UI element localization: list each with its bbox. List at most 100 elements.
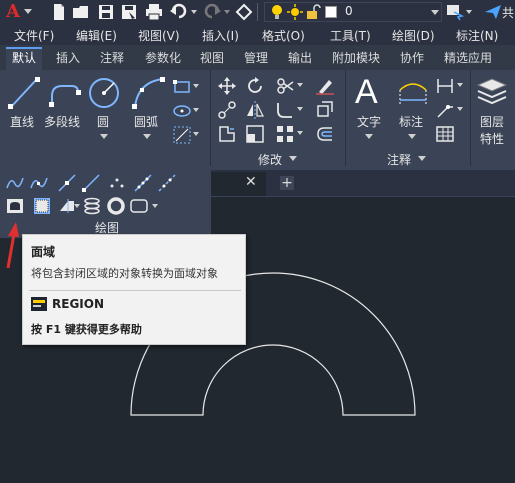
polyline-button-label[interactable]: 多段线 xyxy=(44,113,80,130)
rectangle-icon[interactable] xyxy=(173,78,191,96)
mirror-icon[interactable] xyxy=(246,101,264,119)
circle-icon[interactable] xyxy=(87,76,121,110)
redo-icon[interactable] xyxy=(203,3,221,21)
stretch-icon[interactable] xyxy=(218,125,236,143)
application-menu-button[interactable]: A xyxy=(2,1,24,23)
new-tab-icon[interactable]: + xyxy=(280,176,294,190)
offset-icon[interactable] xyxy=(316,125,334,143)
linear-dimension-dropdown-icon[interactable] xyxy=(457,83,463,87)
array-dropdown-icon[interactable] xyxy=(297,131,303,135)
tab-insert[interactable]: 插入 xyxy=(50,47,86,70)
trim-dropdown-icon[interactable] xyxy=(297,83,303,87)
copy-icon[interactable] xyxy=(218,101,236,119)
leader-dropdown-icon[interactable] xyxy=(457,107,463,111)
boundary-dropdown-icon[interactable] xyxy=(152,204,158,208)
measure-icon[interactable] xyxy=(158,174,176,192)
tab-output[interactable]: 输出 xyxy=(282,47,318,70)
tab-manage[interactable]: 管理 xyxy=(238,47,274,70)
undo-dropdown-icon[interactable] xyxy=(191,10,197,14)
wipeout-icon[interactable] xyxy=(33,197,51,215)
tab-addins[interactable]: 附加模块 xyxy=(326,47,386,70)
text-dropdown-icon[interactable] xyxy=(365,134,373,139)
arc-icon[interactable] xyxy=(132,76,166,110)
fillet-icon[interactable] xyxy=(276,101,294,119)
print-icon[interactable] xyxy=(145,3,163,21)
erase-icon[interactable] xyxy=(316,77,334,95)
tab-featured-apps[interactable]: 精选应用 xyxy=(438,47,498,70)
layer-dropdown[interactable]: 0 xyxy=(264,2,442,22)
ellipse-icon[interactable] xyxy=(173,102,191,120)
leader-icon[interactable] xyxy=(436,101,454,119)
arc-dropdown-icon[interactable] xyxy=(143,134,151,139)
donut-icon[interactable] xyxy=(107,197,125,215)
circle-button-label[interactable]: 圆 xyxy=(97,113,109,130)
circle-dropdown-icon[interactable] xyxy=(100,134,108,139)
ellipse-dropdown-icon[interactable] xyxy=(193,108,199,112)
line-button-label[interactable]: 直线 xyxy=(10,113,34,130)
layer-properties-label-1[interactable]: 图层 xyxy=(480,113,504,130)
rectangle-dropdown-icon[interactable] xyxy=(193,84,199,88)
text-a-icon[interactable]: A xyxy=(355,72,378,112)
share-icon[interactable] xyxy=(484,3,502,21)
boundary-icon[interactable] xyxy=(130,197,148,215)
tab-collaborate[interactable]: 协作 xyxy=(394,47,430,70)
fillet-dropdown-icon[interactable] xyxy=(297,107,303,111)
new-file-icon[interactable] xyxy=(50,3,68,21)
hatch-icon[interactable] xyxy=(173,126,191,144)
multiple-points-icon[interactable] xyxy=(108,174,126,192)
layer-properties-icon[interactable] xyxy=(476,75,508,109)
undo-icon[interactable] xyxy=(170,3,188,21)
chevron-down-icon[interactable] xyxy=(431,10,439,15)
dimension-dropdown-icon[interactable] xyxy=(408,134,416,139)
scale-icon[interactable] xyxy=(246,125,264,143)
menu-view[interactable]: 视图(V) xyxy=(138,27,180,44)
menu-draw[interactable]: 绘图(D) xyxy=(392,27,435,44)
array-icon[interactable] xyxy=(276,125,294,143)
construction-line-icon[interactable] xyxy=(58,174,76,192)
menu-format[interactable]: 格式(O) xyxy=(262,27,305,44)
rotate-icon[interactable] xyxy=(246,77,264,95)
spline-cv-icon[interactable] xyxy=(30,174,48,192)
menu-dimension[interactable]: 标注(N) xyxy=(456,27,498,44)
open-folder-icon[interactable] xyxy=(72,3,90,21)
layer-properties-label-2[interactable]: 特性 xyxy=(480,130,504,147)
tab-parametric[interactable]: 参数化 xyxy=(139,47,187,70)
hatch-dropdown-icon[interactable] xyxy=(193,132,199,136)
tab-annotate[interactable]: 注释 xyxy=(94,47,130,70)
trim-icon[interactable] xyxy=(276,77,294,95)
polyline-icon[interactable] xyxy=(48,78,82,108)
save-icon[interactable] xyxy=(97,3,115,21)
document-tab[interactable] xyxy=(211,172,266,196)
match-layer-dropdown-icon[interactable] xyxy=(466,10,472,14)
close-tab-icon[interactable]: ✕ xyxy=(245,174,257,190)
line-icon[interactable] xyxy=(8,76,40,110)
menu-tools[interactable]: 工具(T) xyxy=(330,27,371,44)
tab-view[interactable]: 视图 xyxy=(194,47,230,70)
ray-icon[interactable] xyxy=(82,174,100,192)
drawing-canvas[interactable] xyxy=(211,196,515,483)
divide-icon[interactable] xyxy=(134,174,152,192)
workspace-icon[interactable] xyxy=(235,3,253,21)
arc-button-label[interactable]: 圆弧 xyxy=(134,113,158,130)
annotation-panel-title[interactable]: 注释 xyxy=(387,151,411,168)
dimension-icon[interactable] xyxy=(396,78,430,108)
match-layer-icon[interactable] xyxy=(446,3,464,21)
menu-insert[interactable]: 插入(I) xyxy=(202,27,239,44)
menu-file[interactable]: 文件(F) xyxy=(14,27,54,44)
table-icon[interactable] xyxy=(436,125,454,143)
redo-dropdown-icon[interactable] xyxy=(224,10,230,14)
dimension-button-label[interactable]: 标注 xyxy=(399,113,423,130)
region-icon[interactable] xyxy=(6,197,24,215)
revision-cloud-dropdown-icon[interactable] xyxy=(74,204,80,208)
tab-default[interactable]: 默认 xyxy=(6,47,43,70)
explode-icon[interactable] xyxy=(316,101,334,119)
helix-icon[interactable] xyxy=(83,197,101,215)
text-button-label[interactable]: 文字 xyxy=(357,113,381,130)
share-label[interactable]: 共 xyxy=(502,4,514,21)
modify-panel-expand-icon[interactable] xyxy=(289,156,297,161)
linear-dimension-icon[interactable] xyxy=(436,77,454,95)
spline-fit-icon[interactable] xyxy=(6,174,24,192)
app-menu-chevron-icon[interactable] xyxy=(24,9,32,15)
save-as-icon[interactable] xyxy=(120,3,138,21)
annotation-panel-expand-icon[interactable] xyxy=(418,156,426,161)
